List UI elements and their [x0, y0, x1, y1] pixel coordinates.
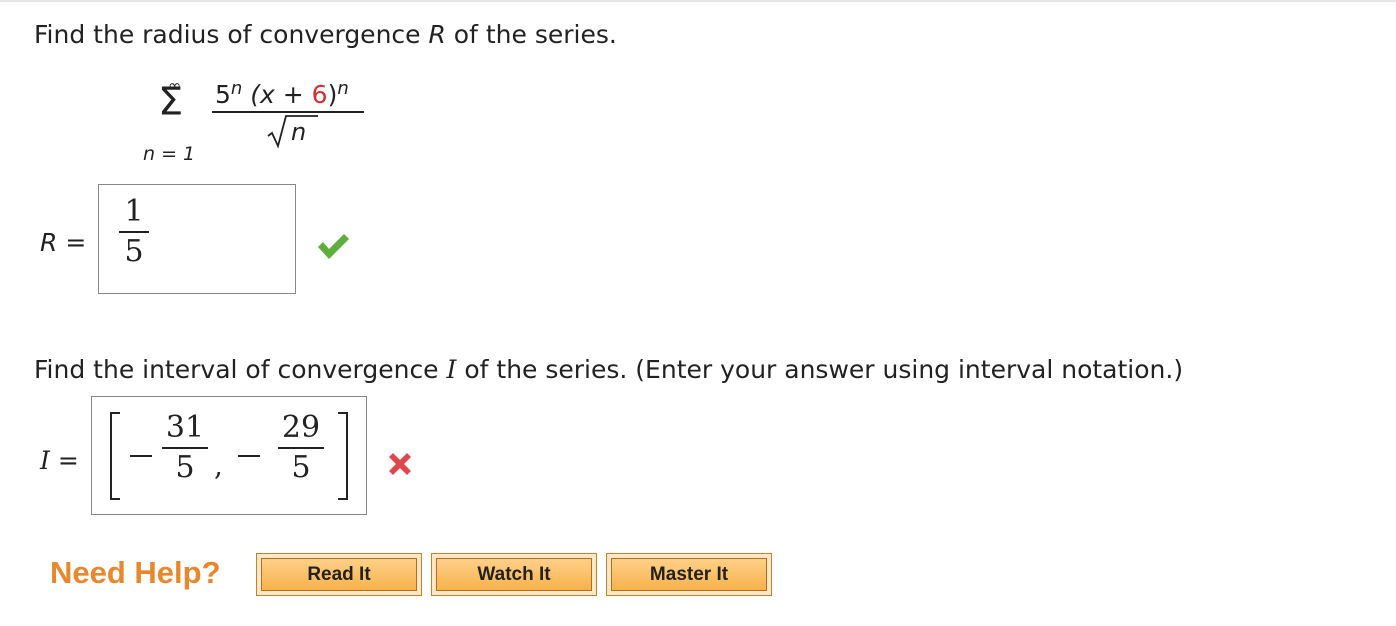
- answer-i-label: I =: [40, 446, 79, 475]
- top-divider: [0, 0, 1396, 2]
- question-interval-text-1: Find the interval of convergence: [34, 355, 447, 384]
- series-denominator: n: [291, 118, 307, 146]
- left-bracket: [110, 412, 120, 500]
- interval-right-fraction: 29 5: [278, 411, 324, 485]
- lower-limit: n = 1: [143, 143, 196, 165]
- read-it-button[interactable]: Read It: [256, 553, 422, 596]
- minus-sign-left: [130, 455, 152, 457]
- fraction-bar: [212, 111, 364, 113]
- answer-r-fraction: 1 5: [119, 195, 149, 269]
- question-radius: Find the radius of convergence R of the …: [34, 20, 617, 49]
- answer-i-box[interactable]: 31 5 , 29 5: [91, 396, 367, 515]
- question-radius-text-1: Find the radius of convergence: [34, 20, 429, 49]
- question-interval: Find the interval of convergence I of th…: [34, 355, 1183, 384]
- question-radius-var: R: [428, 20, 446, 49]
- correct-check-icon: [318, 234, 349, 259]
- answer-r-box[interactable]: 1 5: [98, 184, 296, 294]
- right-bracket: [338, 412, 348, 500]
- question-interval-var: I: [446, 355, 457, 384]
- question-radius-text-2: of the series.: [445, 20, 617, 49]
- highlighted-value: 6: [311, 80, 328, 109]
- interval-comma: ,: [214, 449, 223, 482]
- sigma-symbol: Σ: [158, 80, 184, 124]
- series-numerator: 5n (x + 6)n: [215, 78, 349, 109]
- question-interval-text-2: of the series. (Enter your answer using …: [456, 355, 1184, 384]
- need-help-label: Need Help?: [50, 555, 221, 590]
- interval-left-fraction: 31 5: [162, 411, 208, 485]
- master-it-button[interactable]: Master It: [606, 553, 772, 596]
- series-expression: ∞ Σ n = 1 5n (x + 6)n n: [140, 76, 380, 168]
- answer-r-label: R =: [40, 228, 87, 257]
- watch-it-button[interactable]: Watch It: [431, 553, 597, 596]
- incorrect-x-icon: [389, 453, 411, 475]
- minus-sign-right: [238, 455, 260, 457]
